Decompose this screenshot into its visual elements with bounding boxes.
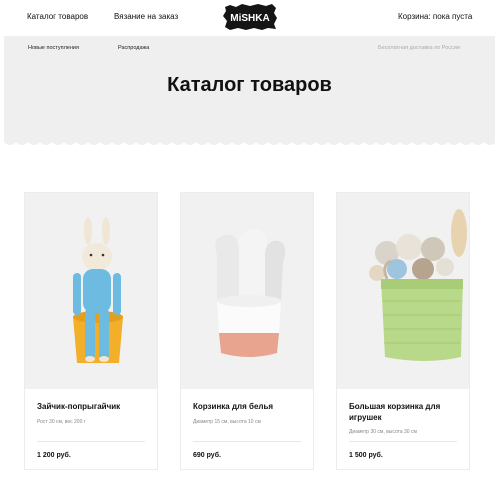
product-name[interactable]: Зайчик-попрыгайчик (37, 401, 147, 412)
card-divider (349, 441, 457, 442)
product-price: 690 руб. (193, 452, 221, 459)
logo-text: MiSHKA (230, 13, 269, 24)
cart-status-link[interactable]: Корзина: пока пуста (398, 12, 472, 21)
product-card[interactable]: Зайчик-попрыгайчик Рост 30 см, вес 200 г… (24, 192, 158, 470)
product-description: Рост 30 см, вес 200 г (37, 419, 86, 425)
product-description: Диаметр 15 см, высота 10 см (193, 419, 261, 425)
hero-section: Новые поступления Распродажа Бесплатная … (4, 36, 495, 145)
product-photo-toy-basket[interactable] (337, 193, 469, 389)
product-price: 1 500 руб. (349, 452, 383, 459)
free-delivery-note: Бесплатная доставка по России (378, 45, 460, 51)
top-nav: Каталог товаров Вязание на заказ MiSHKA … (0, 0, 499, 34)
nav-catalog-link[interactable]: Каталог товаров (27, 12, 88, 21)
subnav-new-arrivals[interactable]: Новые поступления (28, 45, 79, 51)
product-price: 1 200 руб. (37, 452, 71, 459)
product-description: Диаметр 30 см, высота 30 см (349, 429, 417, 435)
subnav-sale[interactable]: Распродажа (118, 45, 149, 51)
page-title: Каталог товаров (167, 74, 332, 96)
product-name[interactable]: Большая корзинка для игрушек (349, 401, 459, 423)
card-divider (193, 441, 301, 442)
mishka-logo[interactable]: MiSHKA (222, 3, 278, 31)
product-name[interactable]: Корзинка для белья (193, 401, 303, 412)
card-divider (37, 441, 145, 442)
product-photo-laundry-basket[interactable] (181, 193, 313, 389)
product-card[interactable]: Большая корзинка для игрушек Диаметр 30 … (336, 192, 470, 470)
product-photo-bunny[interactable] (25, 193, 157, 389)
nav-knitting-link[interactable]: Вязание на заказ (114, 12, 178, 21)
product-card[interactable]: Корзинка для белья Диаметр 15 см, высота… (180, 192, 314, 470)
hero-wave-edge (4, 138, 495, 145)
